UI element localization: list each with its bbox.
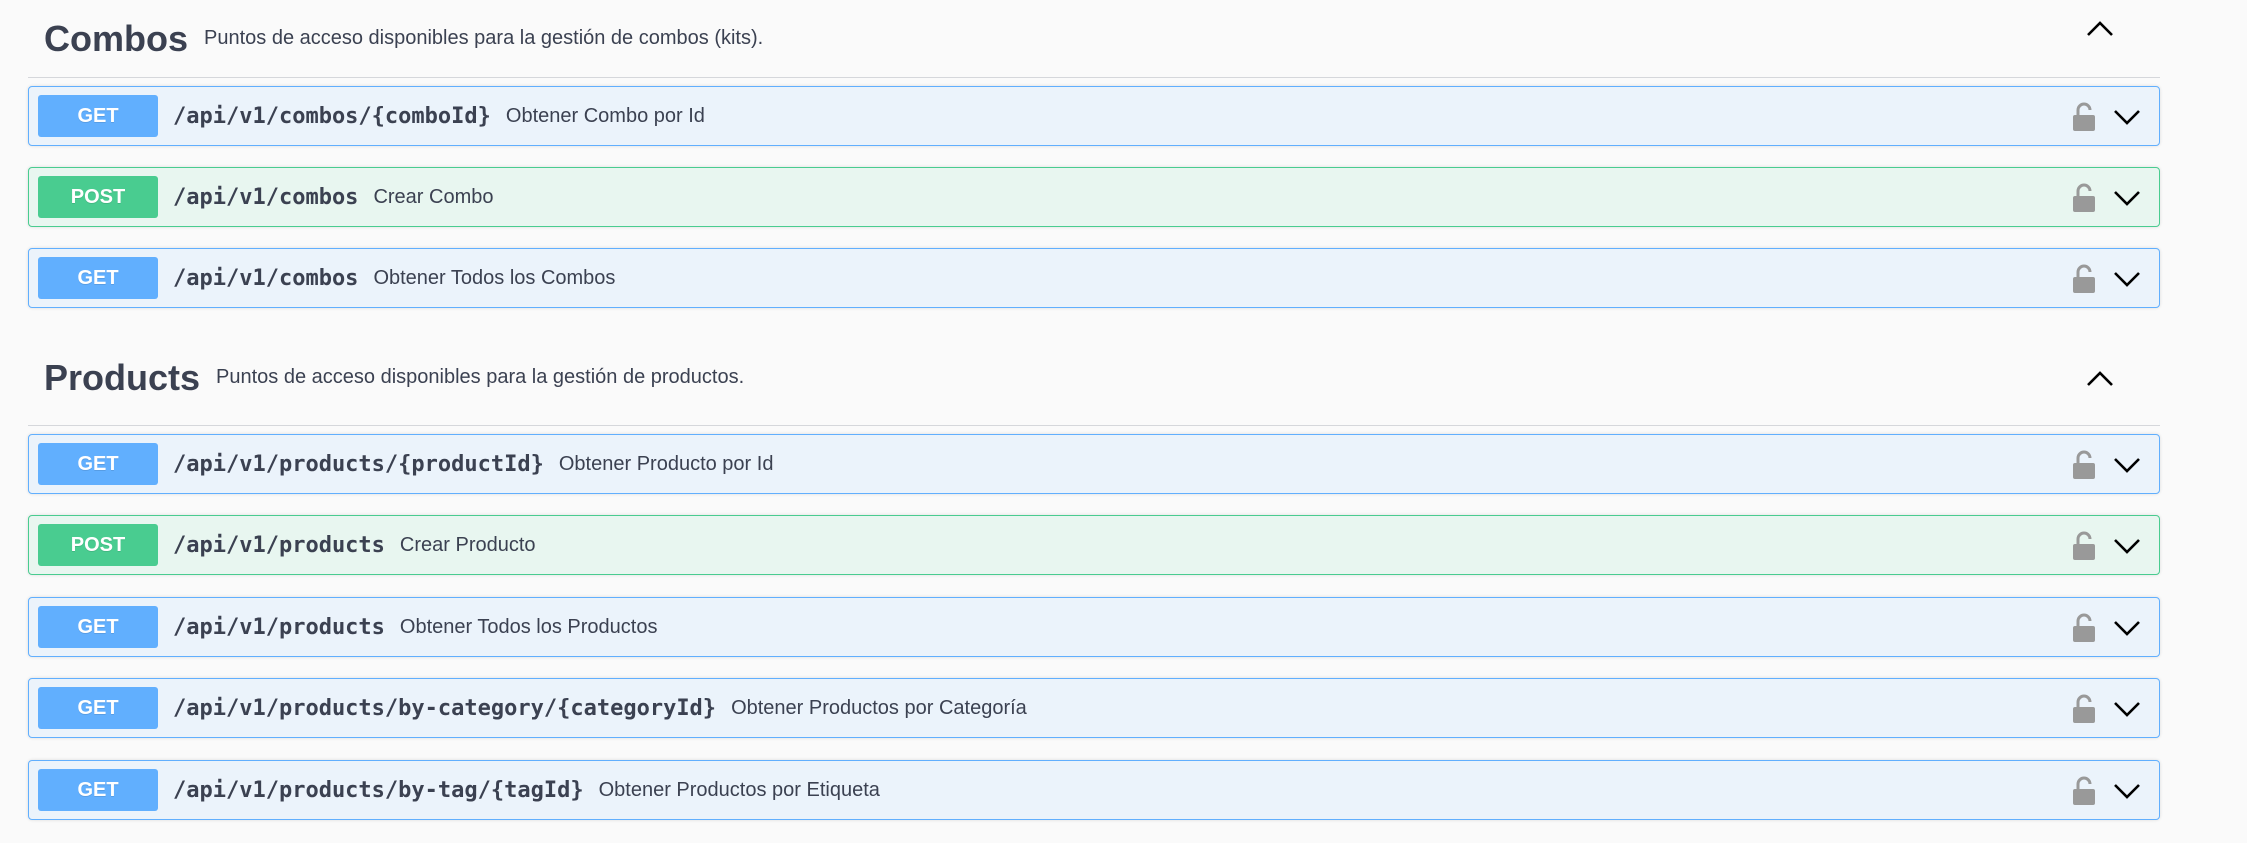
chevron-down-icon[interactable] [2111,612,2143,644]
chevron-down-icon[interactable] [2111,449,2143,481]
chevron-down-icon[interactable] [2111,530,2143,562]
tag-header-products[interactable]: Products Puntos de acceso disponibles pa… [28,330,2160,426]
opblock-get-all-combos[interactable]: GET /api/v1/combos Obtener Todos los Com… [28,248,2160,308]
opblock-post-combo[interactable]: POST /api/v1/combos Crear Combo [28,167,2160,227]
endpoint-path: /api/v1/combos/{comboId} [173,103,491,129]
chevron-down-icon[interactable] [2111,101,2143,133]
endpoint-summary: Obtener Productos por Etiqueta [598,778,880,801]
method-badge: GET [38,606,158,648]
chevron-up-icon [2087,21,2113,36]
endpoint-summary: Obtener Todos los Productos [399,615,658,638]
method-badge: GET [38,257,158,299]
opblock-get-combo-by-id[interactable]: GET /api/v1/combos/{comboId} Obtener Com… [28,86,2160,146]
tag-description: Puntos de acceso disponibles para la ges… [204,27,764,49]
lock-icon[interactable] [2071,612,2097,644]
method-badge: GET [38,687,158,729]
collapse-button[interactable] [2080,358,2120,398]
method-badge: GET [38,769,158,811]
endpoint-path: /api/v1/combos [173,265,359,291]
lock-icon[interactable] [2071,263,2097,295]
endpoint-path: /api/v1/products [173,532,385,558]
tag-title[interactable]: Combos [44,18,188,60]
endpoint-path: /api/v1/combos [173,184,359,210]
chevron-down-icon[interactable] [2111,775,2143,807]
collapse-button[interactable] [2080,8,2120,48]
lock-icon[interactable] [2071,101,2097,133]
chevron-down-icon[interactable] [2111,693,2143,725]
tag-title[interactable]: Products [44,357,200,399]
endpoint-summary: Obtener Producto por Id [558,452,774,475]
method-badge: GET [38,95,158,137]
opblock-get-product-by-id[interactable]: GET /api/v1/products/{productId} Obtener… [28,434,2160,494]
tag-section-combos: Combos Puntos de acceso disponibles para… [28,0,2160,78]
endpoint-path: /api/v1/products [173,614,385,640]
method-badge: POST [38,176,158,218]
tag-header-combos[interactable]: Combos Puntos de acceso disponibles para… [28,0,2160,78]
opblock-post-product[interactable]: POST /api/v1/products Crear Producto [28,515,2160,575]
endpoint-summary: Crear Producto [399,533,536,556]
endpoint-summary: Obtener Combo por Id [505,104,705,127]
endpoint-summary: Crear Combo [373,185,494,208]
chevron-down-icon[interactable] [2111,263,2143,295]
method-badge: GET [38,443,158,485]
endpoint-path: /api/v1/products/{productId} [173,451,544,477]
lock-icon[interactable] [2071,182,2097,214]
tag-description: Puntos de acceso disponibles para la ges… [216,366,745,388]
opblock-get-products-by-category[interactable]: GET /api/v1/products/by-category/{catego… [28,678,2160,738]
method-badge: POST [38,524,158,566]
tag-section-products: Products Puntos de acceso disponibles pa… [28,330,2160,426]
lock-icon[interactable] [2071,449,2097,481]
chevron-up-icon [2087,371,2113,386]
lock-icon[interactable] [2071,775,2097,807]
endpoint-summary: Obtener Productos por Categoría [731,696,1027,719]
lock-icon[interactable] [2071,693,2097,725]
endpoint-path: /api/v1/products/by-category/{categoryId… [173,695,717,721]
endpoint-summary: Obtener Todos los Combos [373,266,616,289]
opblock-get-all-products[interactable]: GET /api/v1/products Obtener Todos los P… [28,597,2160,657]
endpoint-path: /api/v1/products/by-tag/{tagId} [173,777,584,803]
chevron-down-icon[interactable] [2111,182,2143,214]
opblock-get-products-by-tag[interactable]: GET /api/v1/products/by-tag/{tagId} Obte… [28,760,2160,820]
lock-icon[interactable] [2071,530,2097,562]
